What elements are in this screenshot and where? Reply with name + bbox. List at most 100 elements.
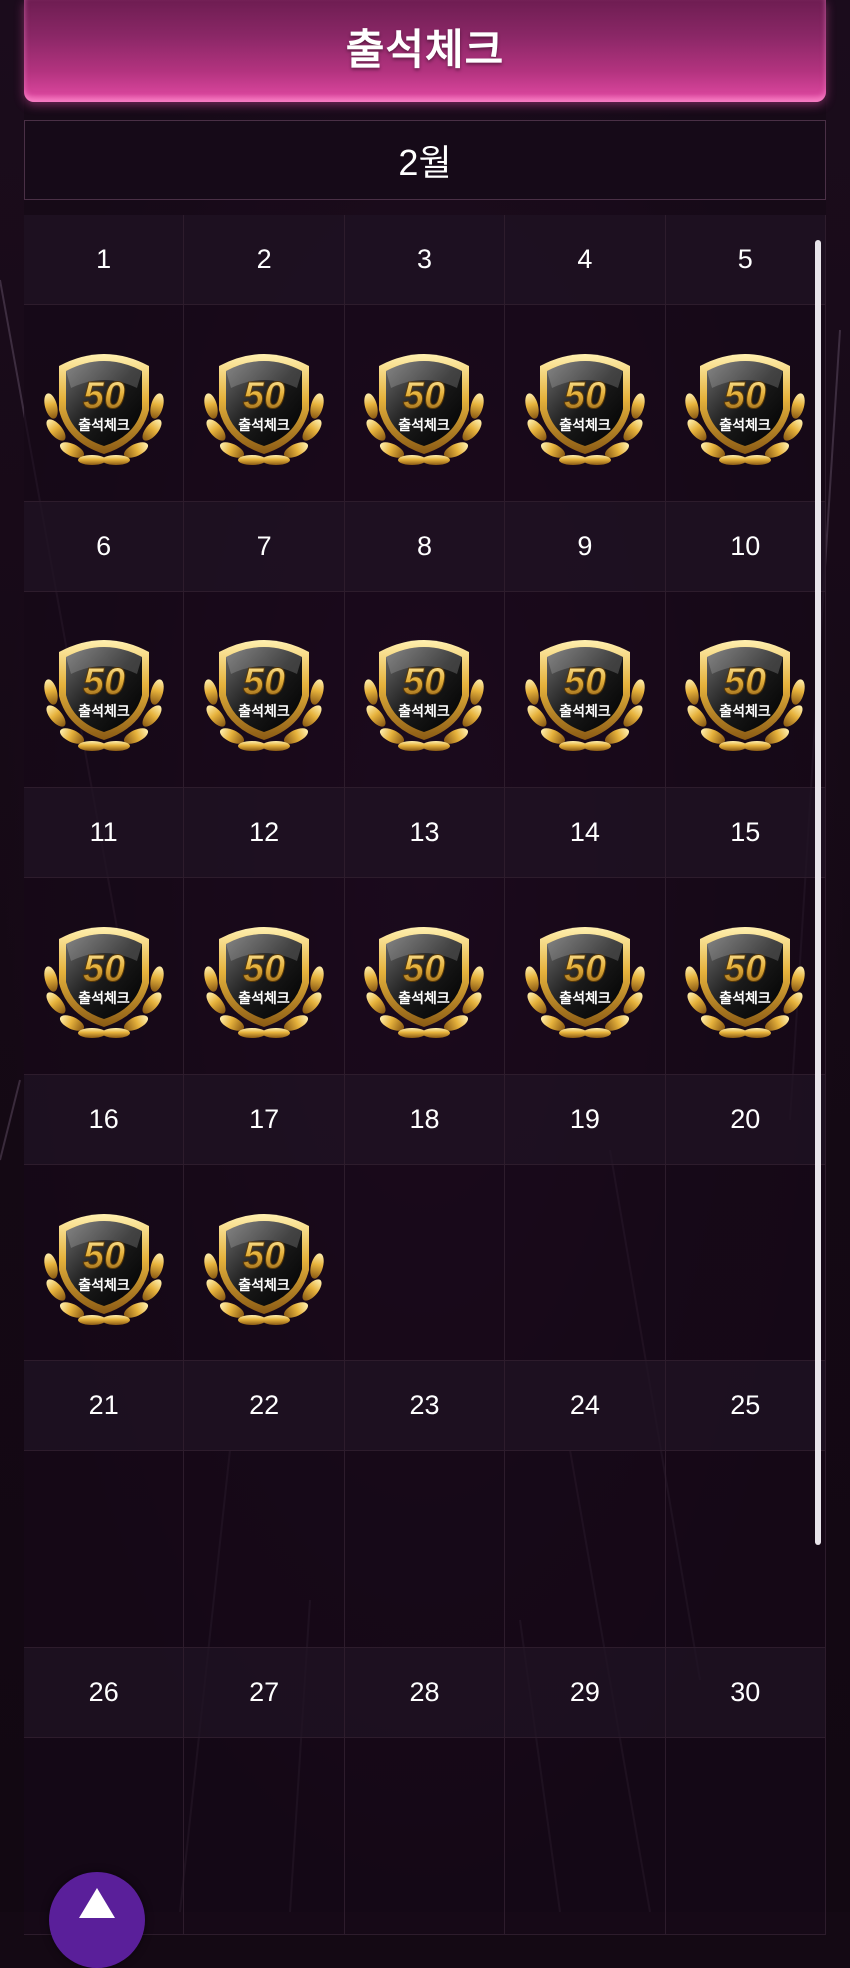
week-stamp-row: 50 출석체크 50 출 xyxy=(24,878,826,1075)
badge-label: 출석체크 xyxy=(238,703,290,720)
stamp-cell xyxy=(665,1737,826,1935)
stamp-cell: 50 출석체크 xyxy=(24,305,185,502)
badge-number: 50 xyxy=(243,375,285,417)
badge-label: 출석체크 xyxy=(719,703,771,720)
day-number: 22 xyxy=(184,1361,345,1452)
badge-label: 출석체크 xyxy=(238,417,290,434)
day-number: 17 xyxy=(184,1074,345,1165)
day-number: 6 xyxy=(24,501,185,592)
day-number: 20 xyxy=(665,1074,826,1165)
attendance-badge-icon: 50 출석체크 xyxy=(204,640,324,752)
badge-label: 출석체크 xyxy=(78,703,130,720)
scrollbar[interactable] xyxy=(815,240,821,1545)
attendance-badge-icon: 50 출석체크 xyxy=(43,926,164,1038)
stamp-cell xyxy=(184,1737,345,1935)
badge-label: 출석체크 xyxy=(559,703,611,720)
day-number: 11 xyxy=(24,788,185,879)
day-number: 28 xyxy=(344,1647,506,1738)
badge-label: 출석체크 xyxy=(719,417,771,434)
badge-number: 50 xyxy=(243,1235,285,1277)
week-day-row: 12345 xyxy=(24,215,826,305)
attendance-badge-icon: 50 출석체크 xyxy=(525,640,645,752)
week-day-row: 16 17 18 19 20 xyxy=(24,1074,826,1165)
arrow-up-icon xyxy=(79,1888,115,1918)
day-number: 13 xyxy=(344,788,506,879)
day-number: 3 xyxy=(344,215,506,305)
badge-label: 출석체크 xyxy=(78,990,130,1007)
badge-label: 출석체크 xyxy=(399,703,451,720)
badge-label: 출석체크 xyxy=(78,1277,130,1294)
stamp-cell xyxy=(184,1451,345,1648)
day-number: 21 xyxy=(24,1361,185,1452)
day-number: 26 xyxy=(24,1647,185,1738)
attendance-badge-icon: 50 출석체크 xyxy=(43,353,164,465)
week-stamp-row: 50 출석체크 50 출 xyxy=(24,305,826,502)
week-stamp-row: 50 출석체크 50 출 xyxy=(24,1164,826,1362)
week-day-row: 21 22 23 24 25 xyxy=(24,1361,826,1452)
attendance-badge-icon: 50 출석체크 xyxy=(204,926,324,1038)
week-stamp-row: 50 출석체크 50 출 xyxy=(24,591,826,789)
stamp-cell: 50 출석체크 xyxy=(184,305,345,502)
stamp-cell xyxy=(665,1451,826,1648)
week-day-row: 11 12 13 14 15 xyxy=(24,788,826,879)
attendance-badge-icon: 50 출석체크 xyxy=(685,926,805,1038)
badge-number: 50 xyxy=(83,1235,125,1277)
stamp-cell xyxy=(505,1164,666,1362)
badge-number: 50 xyxy=(403,375,445,417)
stamp-cell: 50 출석체크 xyxy=(344,591,506,789)
stamp-cell xyxy=(665,1164,826,1362)
stamp-cell xyxy=(344,1164,506,1362)
stamp-cell: 50 출석체크 xyxy=(24,591,185,789)
attendance-calendar: 12345 50 출석체크 50 출석체크 50 출석체크 50 출석체크 50… xyxy=(24,215,826,1935)
badge-number: 50 xyxy=(564,375,606,417)
stamp-cell: 50 출석체크 xyxy=(665,591,826,789)
attendance-badge-icon: 50 출석체크 xyxy=(685,353,805,465)
week-day-row: 6 7 8 9 10 xyxy=(24,501,826,592)
day-number: 30 xyxy=(665,1647,826,1738)
attendance-badge-icon: 50 출석체크 xyxy=(204,353,324,465)
attendance-badge-icon: 50 출석체크 xyxy=(685,640,805,752)
badge-number: 50 xyxy=(564,661,606,703)
month-label: 2월 xyxy=(398,142,452,183)
stamp-cell: 50 출석체크 xyxy=(344,305,506,502)
badge-number: 50 xyxy=(724,375,766,417)
badge-number: 50 xyxy=(724,948,766,990)
badge-label: 출석체크 xyxy=(399,990,451,1007)
stamp-cell xyxy=(505,1451,666,1648)
badge-number: 50 xyxy=(724,661,766,703)
stamp-cell xyxy=(505,1737,666,1935)
day-number: 8 xyxy=(344,501,506,592)
badge-label: 출석체크 xyxy=(399,417,451,434)
badge-number: 50 xyxy=(83,948,125,990)
day-number: 10 xyxy=(665,501,826,592)
attendance-badge-icon: 50 출석체크 xyxy=(364,640,485,752)
day-number: 16 xyxy=(24,1074,185,1165)
stamp-cell: 50 출석체크 xyxy=(184,878,345,1075)
stamp-cell: 50 출석체크 xyxy=(24,878,185,1075)
stamp-cell: 50 출석체크 xyxy=(505,591,666,789)
scroll-top-button[interactable] xyxy=(49,1872,145,1968)
stamp-cell: 50 출석체크 xyxy=(505,878,666,1075)
attendance-badge-icon: 50 출석체크 xyxy=(43,1213,164,1325)
attendance-badge-icon: 50 출석체크 xyxy=(525,926,645,1038)
attendance-badge-icon: 50 출석체크 xyxy=(364,353,485,465)
day-number: 23 xyxy=(344,1361,506,1452)
day-number: 15 xyxy=(665,788,826,879)
day-number: 27 xyxy=(184,1647,345,1738)
stamp-cell xyxy=(344,1451,506,1648)
day-number: 12 xyxy=(184,788,345,879)
day-number: 2 xyxy=(184,215,345,305)
badge-label: 출석체크 xyxy=(238,990,290,1007)
attendance-badge-icon: 50 출석체크 xyxy=(525,353,645,465)
stamp-cell: 50 출석체크 xyxy=(665,878,826,1075)
attendance-badge-icon: 50 출석체크 xyxy=(43,640,164,752)
badge-label: 출석체크 xyxy=(559,990,611,1007)
day-number: 5 xyxy=(665,215,826,305)
week-day-row: 26 27 28 29 30 xyxy=(24,1647,826,1738)
badge-label: 출석체크 xyxy=(238,1277,290,1294)
week-stamp-row xyxy=(24,1737,826,1935)
stamp-cell: 50 출석체크 xyxy=(184,591,345,789)
badge-label: 출석체크 xyxy=(559,417,611,434)
badge-number: 50 xyxy=(403,948,445,990)
badge-label: 출석체크 xyxy=(719,990,771,1007)
